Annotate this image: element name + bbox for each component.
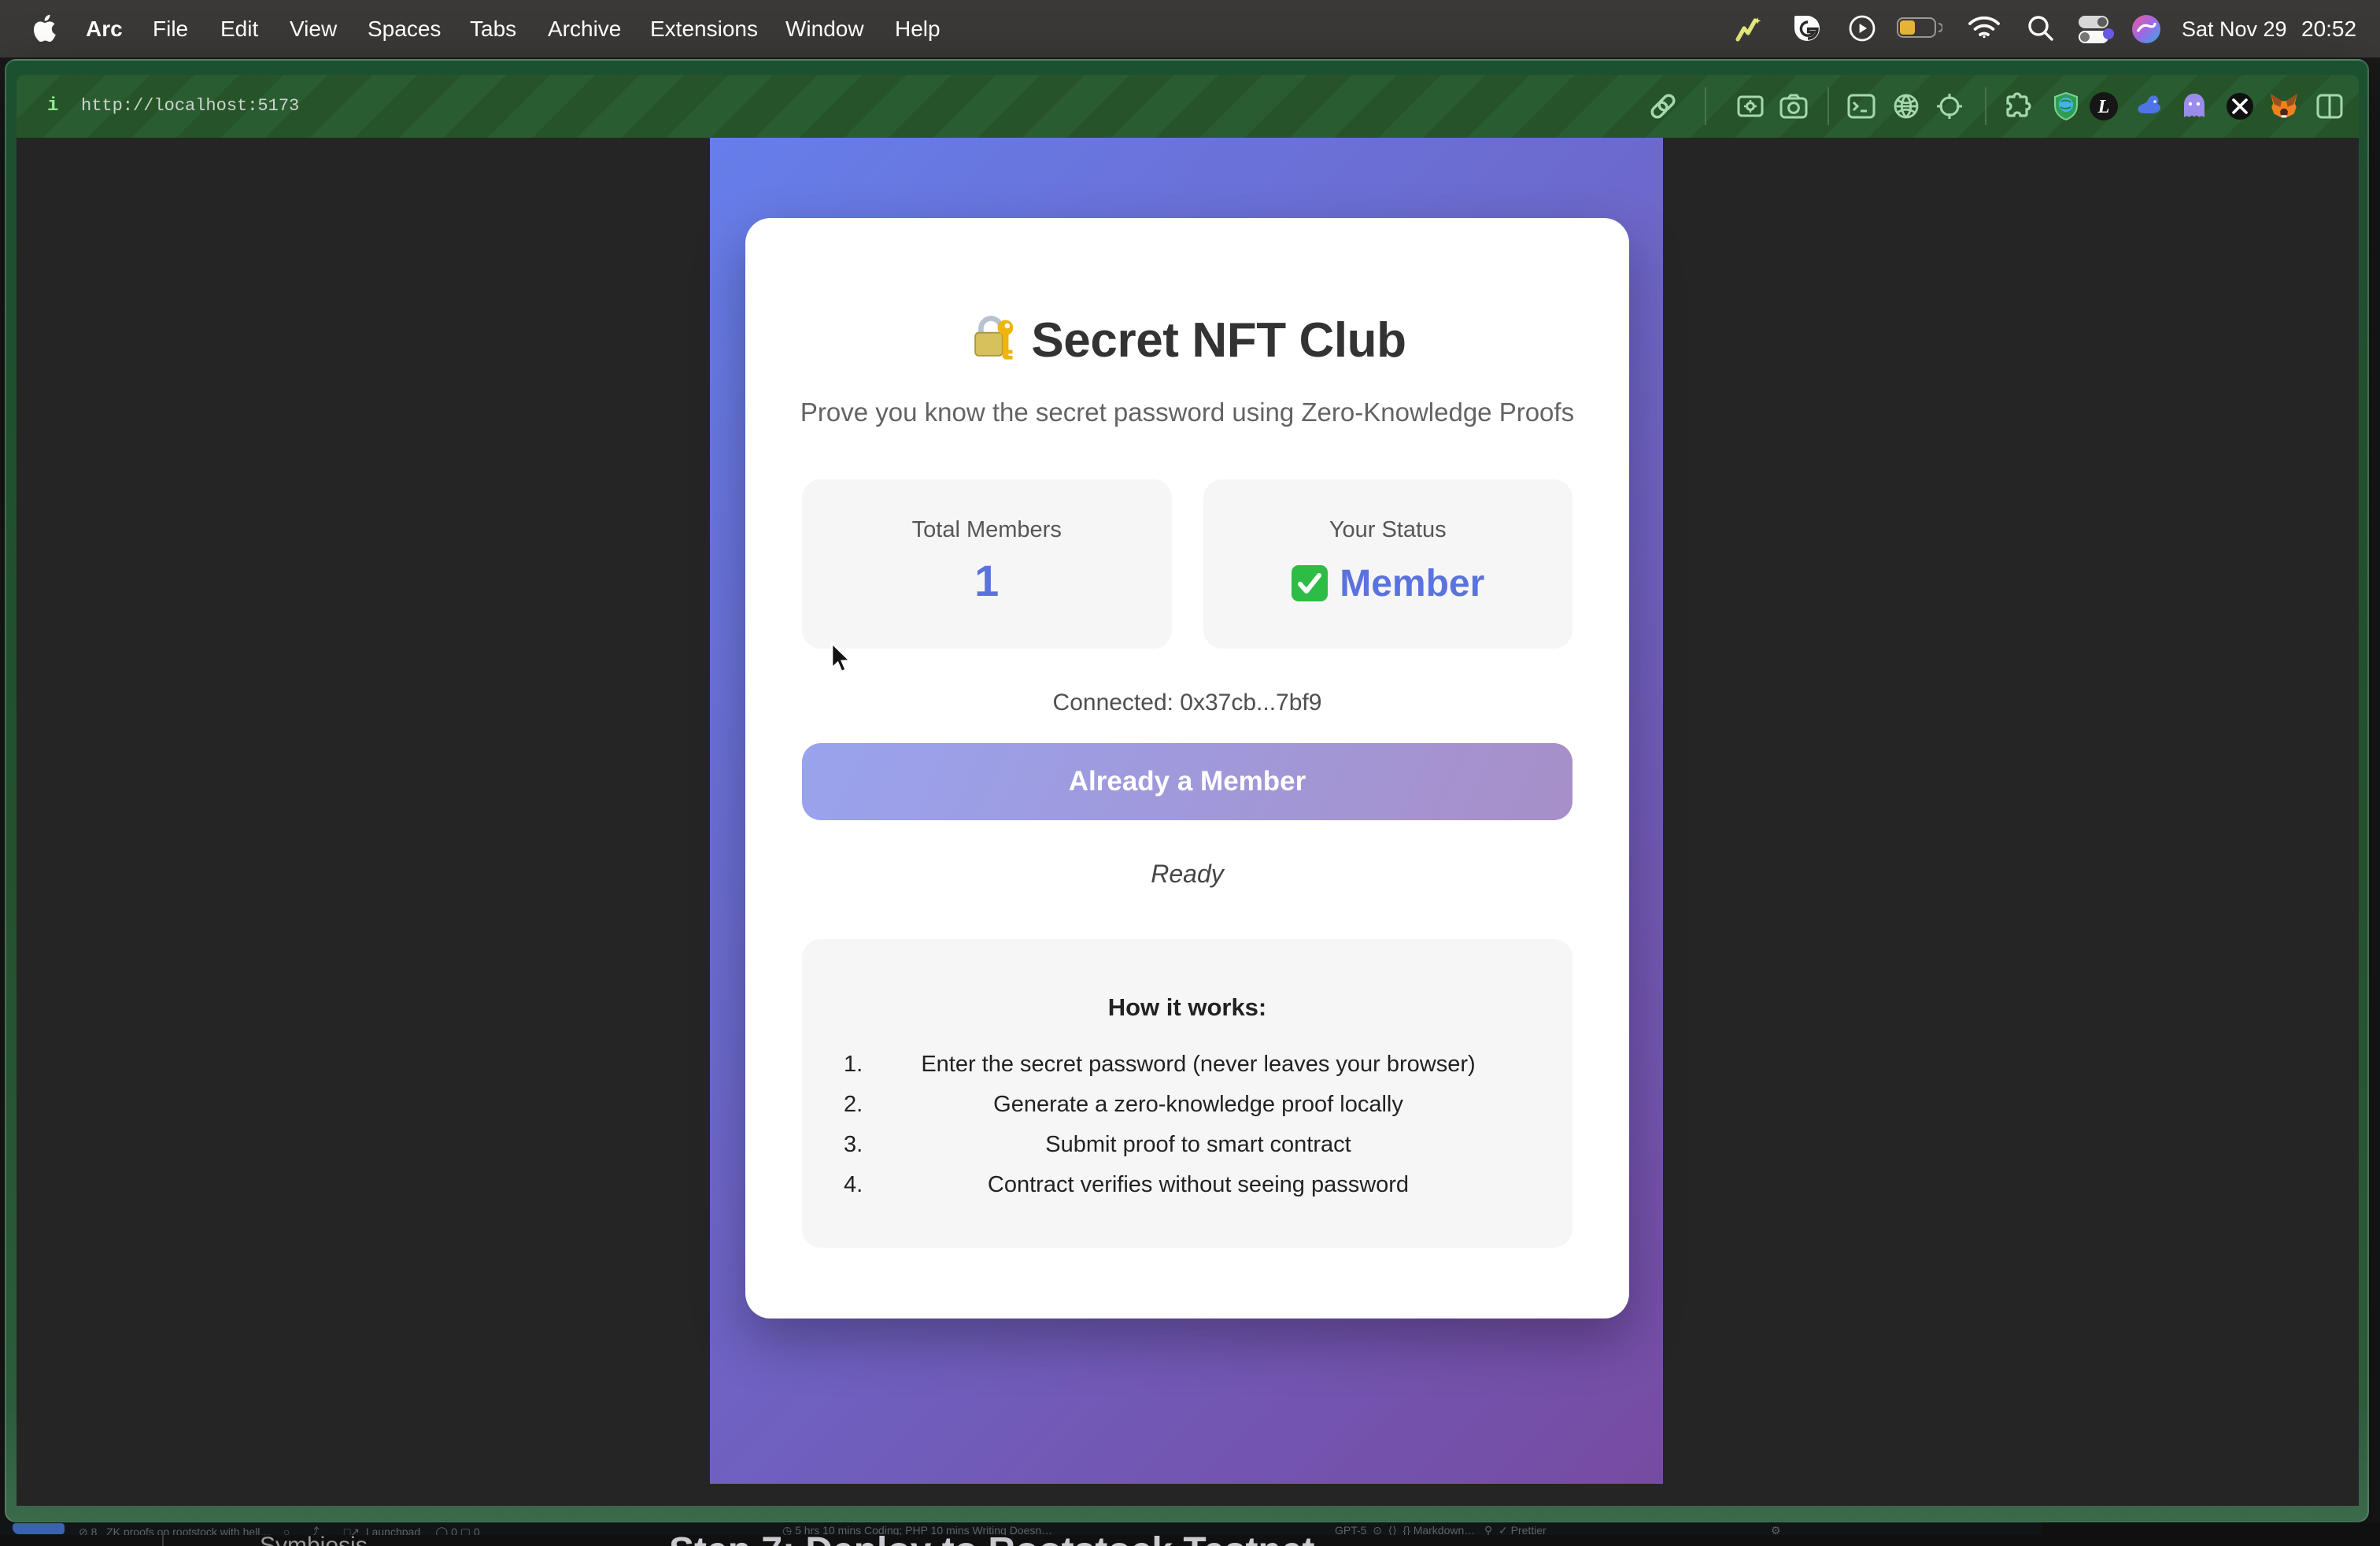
svg-text:L: L — [2097, 97, 2110, 117]
